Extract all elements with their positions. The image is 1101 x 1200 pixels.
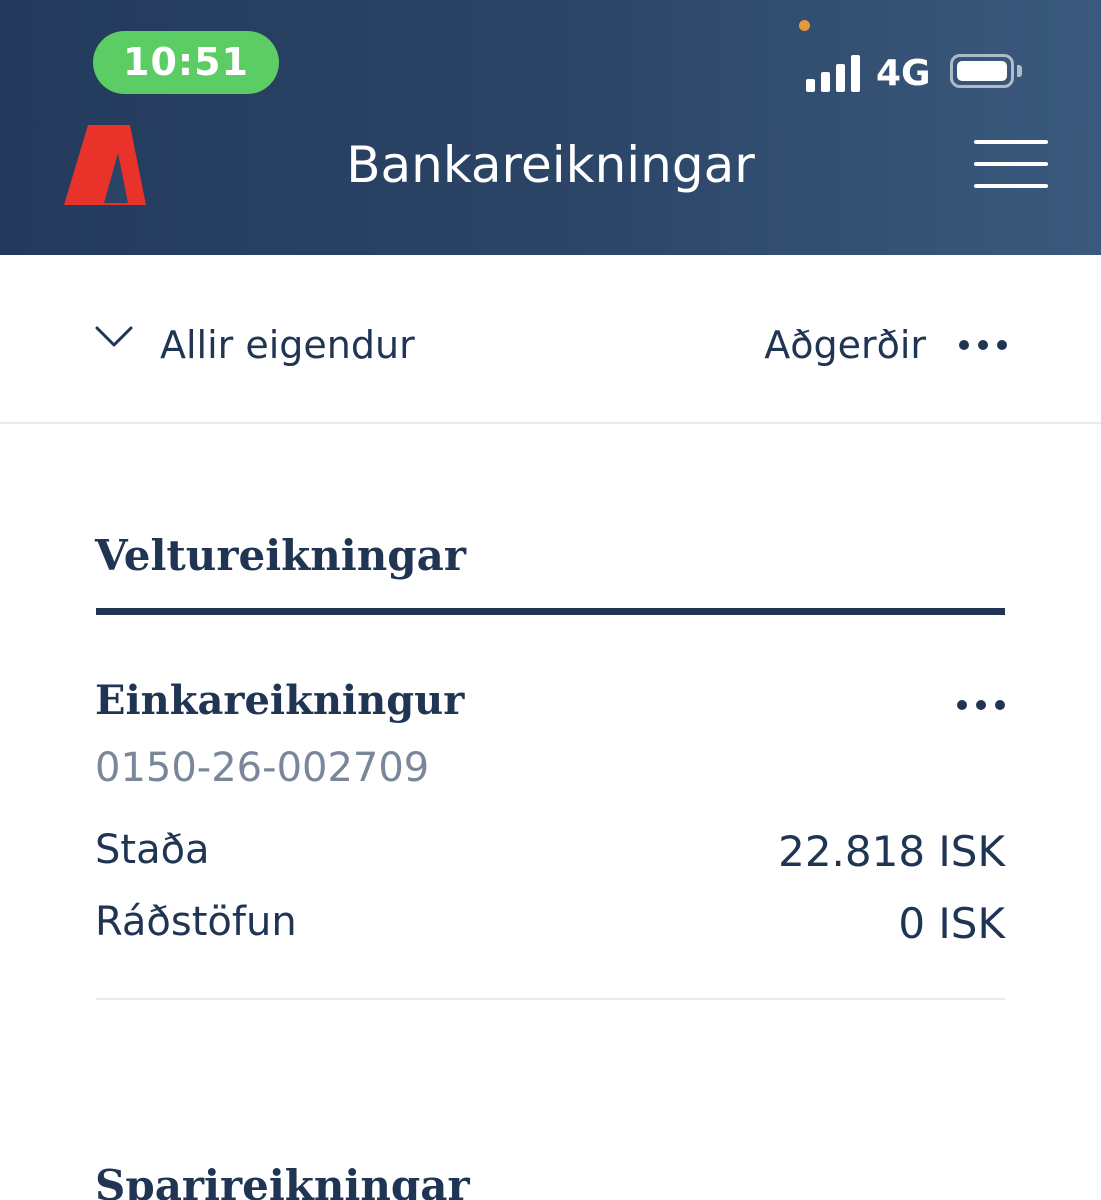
account-more-button[interactable]	[948, 690, 1005, 720]
actions-label: Aðgerðir	[764, 323, 926, 367]
more-horizontal-icon	[948, 700, 1005, 710]
section-divider	[96, 608, 1005, 615]
account-number: 0150-26-002709	[95, 745, 430, 791]
more-horizontal-icon	[950, 340, 1007, 350]
owner-filter-label: Allir eigendur	[160, 323, 415, 367]
available-label: Ráðstöfun	[95, 899, 297, 945]
cellular-signal-icon	[806, 54, 862, 92]
available-value: 0 ISK	[898, 899, 1005, 948]
app-header: 10:51 4G Bankareikningar	[0, 0, 1101, 255]
status-time: 10:51	[93, 31, 279, 94]
balance-value: 22.818 ISK	[778, 827, 1005, 876]
privacy-indicator-dot	[799, 20, 810, 31]
section-title-savings-accounts: Sparireikningar	[95, 1161, 470, 1200]
actions-button[interactable]: Aðgerðir	[764, 315, 1007, 375]
account-name: Einkareikningur	[95, 677, 465, 724]
battery-tip	[1017, 65, 1022, 77]
account-divider	[96, 998, 1005, 1000]
network-type: 4G	[876, 53, 931, 94]
filter-bar: Allir eigendur Aðgerðir	[0, 255, 1101, 424]
chevron-down-icon	[95, 326, 133, 347]
page-title: Bankareikningar	[346, 136, 755, 194]
balance-label: Staða	[95, 827, 210, 873]
hamburger-menu-icon[interactable]	[972, 138, 1050, 190]
section-title-current-accounts: Veltureikningar	[95, 531, 466, 580]
battery-icon	[950, 54, 1014, 88]
